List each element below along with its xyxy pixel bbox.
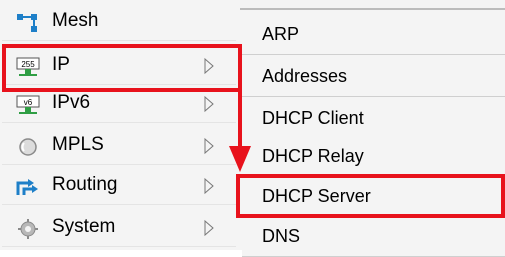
submenu-top-border <box>240 8 505 10</box>
mpls-icon <box>16 137 40 157</box>
menu-item-label: Routing <box>52 174 118 195</box>
menu-item-mesh[interactable]: Mesh <box>2 4 236 41</box>
ipv6-icon: v6 <box>16 95 40 115</box>
svg-text:v6: v6 <box>24 98 33 107</box>
submenu-item-arp[interactable]: ARP <box>242 14 505 55</box>
submenu-arrow-icon <box>202 137 216 155</box>
main-menu: Mesh 255 IP v6 IPv6 MPLS Routing System <box>0 0 241 250</box>
menu-item-label: MPLS <box>52 134 104 155</box>
annotation-arrow-icon <box>229 88 251 172</box>
menu-item-label: IPv6 <box>52 92 91 113</box>
submenu-item-label: ARP <box>262 24 300 44</box>
routing-icon <box>16 177 40 197</box>
menu-item-mpls[interactable]: MPLS <box>2 128 236 165</box>
submenu-arrow-icon <box>202 95 216 113</box>
submenu-item-label: DHCP Relay <box>262 146 364 166</box>
submenu-item-dns[interactable]: DNS <box>242 216 505 257</box>
submenu-arrow-icon <box>202 219 216 237</box>
submenu-item-label: DNS <box>262 226 301 246</box>
menu-item-label: System <box>52 216 116 237</box>
submenu-item-label: DHCP Client <box>262 108 364 128</box>
submenu-item-addresses[interactable]: Addresses <box>242 56 505 97</box>
highlight-dhcp-server-box <box>236 174 505 218</box>
menu-item-label: Mesh <box>52 10 99 31</box>
menu-item-routing[interactable]: Routing <box>2 168 236 205</box>
highlight-ip-box <box>2 44 242 92</box>
menu-item-system[interactable]: System <box>2 210 236 247</box>
mesh-icon <box>16 13 40 33</box>
submenu-arrow-icon <box>202 177 216 195</box>
submenu-item-label: Addresses <box>262 66 348 86</box>
submenu-item-dhcp-client[interactable]: DHCP Client <box>242 98 505 139</box>
winbox-menu-screenshot: Mesh 255 IP v6 IPv6 MPLS Routing System … <box>0 0 505 257</box>
gear-icon <box>16 219 40 239</box>
submenu-item-dhcp-relay[interactable]: DHCP Relay <box>242 136 505 177</box>
